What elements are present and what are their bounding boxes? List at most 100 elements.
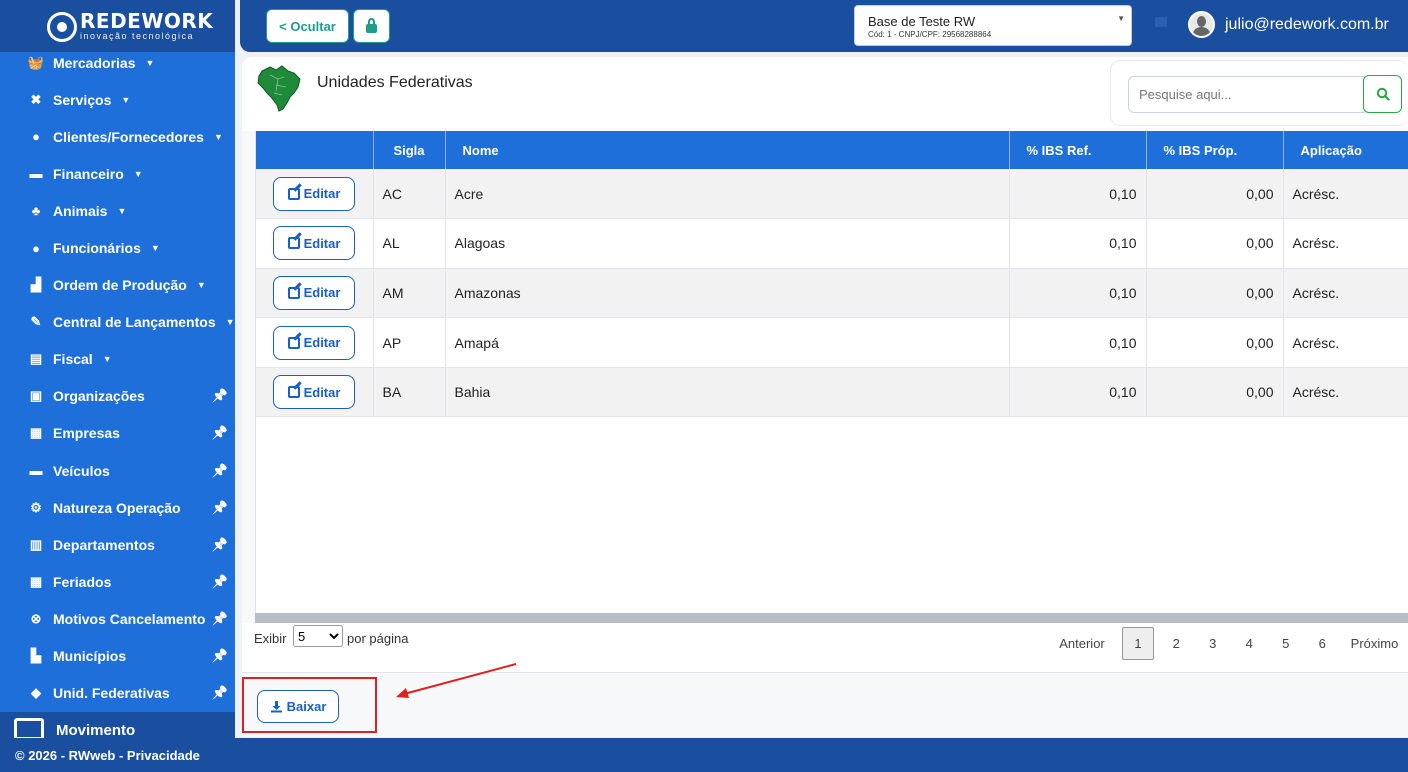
sidebar-item-movimento[interactable]: Movimento bbox=[0, 712, 235, 738]
sidebar-item-label: Natureza Operação bbox=[53, 499, 181, 516]
edit-button[interactable]: Editar bbox=[273, 325, 355, 360]
column-header-aplicacao[interactable]: Aplicação bbox=[1283, 131, 1408, 169]
search-button[interactable] bbox=[1363, 75, 1402, 113]
cell-aplicacao: Acrésc. bbox=[1292, 235, 1340, 252]
pagination-next[interactable]: Próximo bbox=[1341, 627, 1408, 660]
map-marker-icon: ◆ bbox=[31, 685, 41, 701]
sidebar-item-feriados[interactable]: ▦ Feriados 📌 bbox=[0, 563, 235, 600]
company-select[interactable]: Base de Teste RW Cód: 1 - CNPJ/CPF: 2956… bbox=[854, 5, 1132, 46]
cell-nome: Amapá bbox=[445, 317, 1010, 368]
sidebar-item-label: Fiscal bbox=[53, 351, 93, 368]
pin-icon[interactable]: 📌 bbox=[212, 574, 228, 590]
pin-icon[interactable]: 📌 bbox=[212, 463, 228, 479]
pin-icon[interactable]: 📌 bbox=[212, 537, 228, 553]
column-header-nome[interactable]: Nome bbox=[445, 131, 1010, 169]
sidebar-item-natureza-operacao[interactable]: ⚙ Natureza Operação 📌 bbox=[0, 489, 235, 526]
sidebar-item-label: Feriados bbox=[53, 573, 112, 590]
sidebar-item-departamentos[interactable]: ▥ Departamentos 📌 bbox=[0, 526, 235, 563]
pagination-page-2[interactable]: 2 bbox=[1158, 627, 1195, 660]
sidebar-item-funcionarios[interactable]: ● Funcionários ▼ bbox=[0, 229, 235, 266]
pin-icon[interactable]: 📌 bbox=[212, 648, 228, 664]
sidebar-item-municipios[interactable]: ▙ Municípios 📌 bbox=[0, 638, 235, 675]
sidebar-item-mercadorias[interactable]: 🧺 Mercadorias ▼ bbox=[0, 44, 235, 81]
search-input[interactable] bbox=[1128, 76, 1365, 113]
download-button[interactable]: Baixar bbox=[257, 690, 339, 723]
edit-label: Editar bbox=[303, 384, 341, 400]
column-header-ibs-ref[interactable]: % IBS Ref. bbox=[1009, 131, 1147, 169]
tools-icon: ✖ bbox=[30, 91, 42, 107]
cell-nome: Bahia bbox=[445, 367, 1010, 417]
pin-icon[interactable]: 📌 bbox=[212, 388, 228, 404]
page-title: Unidades Federativas bbox=[317, 74, 473, 91]
per-page-select[interactable]: 5 bbox=[293, 625, 343, 647]
column-header-actions bbox=[256, 131, 374, 169]
edit-button[interactable]: Editar bbox=[273, 375, 355, 410]
table-row: Editar AC Acre 0,10 0,00 Acrésc. bbox=[256, 169, 1408, 219]
sidebar-item-motivos-cancelamento[interactable]: ⊗ Motivos Cancelamento 📌 bbox=[0, 600, 235, 637]
cell-sigla: AM bbox=[373, 268, 446, 318]
pagination-page-3[interactable]: 3 bbox=[1195, 627, 1232, 660]
pagination-page-5[interactable]: 5 bbox=[1268, 627, 1305, 660]
edit-button[interactable]: Editar bbox=[273, 275, 355, 310]
pagination-page-4[interactable]: 4 bbox=[1231, 627, 1268, 660]
edit-icon bbox=[287, 336, 300, 349]
sidebar-item-label: Ordem de Produção bbox=[53, 277, 187, 294]
pin-icon[interactable]: 📌 bbox=[212, 500, 228, 516]
edit-icon: ✎ bbox=[30, 314, 42, 330]
sidebar-item-financeiro[interactable]: ▬ Financeiro ▼ bbox=[0, 155, 235, 192]
edit-button[interactable]: Editar bbox=[273, 176, 355, 211]
footer-text[interactable]: © 2026 - RWweb - Privacidade bbox=[15, 748, 200, 763]
edit-button[interactable]: Editar bbox=[273, 226, 355, 261]
chevron-down-icon: ▼ bbox=[1117, 14, 1125, 23]
edit-label: Editar bbox=[303, 235, 341, 251]
sidebar-item-clientes-fornecedores[interactable]: ● Clientes/Fornecedores ▼ bbox=[0, 118, 235, 155]
column-header-ibs-prop[interactable]: % IBS Próp. bbox=[1146, 131, 1284, 169]
cell-ibs-prop: 0,00 bbox=[1146, 367, 1284, 417]
sidebar-item-label: Municípios bbox=[53, 648, 127, 665]
edit-label: Editar bbox=[303, 186, 341, 202]
sidebar-item-central-de-lancamentos[interactable]: ✎ Central de Lançamentos ▼ bbox=[0, 304, 235, 341]
pin-icon[interactable]: 📌 bbox=[212, 611, 228, 627]
sidebar-item-animais[interactable]: ♣ Animais ▼ bbox=[0, 192, 235, 229]
pagination-page-1[interactable]: 1 bbox=[1122, 627, 1154, 660]
caret-down-icon: ▼ bbox=[117, 205, 127, 216]
pagination-page-6[interactable]: 6 bbox=[1304, 627, 1341, 660]
lock-icon bbox=[366, 17, 377, 33]
avatar[interactable] bbox=[1188, 11, 1215, 38]
pagination-prev[interactable]: Anterior bbox=[1042, 627, 1122, 660]
caret-down-icon: ▼ bbox=[121, 94, 131, 105]
sidebar-item-organizacoes[interactable]: ▣ Organizações 📌 bbox=[0, 378, 235, 415]
search-icon bbox=[1376, 87, 1390, 101]
table-row: Editar BA Bahia 0,10 0,00 Acrésc. bbox=[256, 367, 1408, 417]
pin-icon[interactable]: 📌 bbox=[212, 685, 228, 701]
cell-aplicacao: Acrésc. bbox=[1292, 185, 1340, 202]
sidebar-item-fiscal[interactable]: ▤ Fiscal ▼ bbox=[0, 341, 235, 378]
sidebar-item-unid-federativas[interactable]: ◆ Unid. Federativas 📌 bbox=[0, 675, 235, 712]
column-header-sigla[interactable]: Sigla bbox=[373, 131, 446, 169]
hide-sidebar-button[interactable]: < Ocultar bbox=[266, 9, 349, 43]
user-email[interactable]: julio@redework.com.br bbox=[1225, 16, 1389, 34]
footer: © 2026 - RWweb - Privacidade bbox=[0, 738, 1408, 772]
lock-button[interactable] bbox=[353, 9, 390, 43]
pin-icon[interactable]: 📌 bbox=[212, 425, 228, 441]
cell-ibs-prop: 0,00 bbox=[1146, 268, 1284, 318]
cell-sigla: BA bbox=[373, 367, 446, 417]
edit-label: Editar bbox=[303, 285, 341, 301]
paw-icon: ♣ bbox=[31, 203, 41, 219]
sidebar-item-servicos[interactable]: ✖ Serviços ▼ bbox=[0, 81, 235, 118]
sidebar-item-empresas[interactable]: ▦ Empresas 📌 bbox=[0, 415, 235, 452]
basket-icon: 🧺 bbox=[27, 54, 45, 70]
sidebar-item-veiculos[interactable]: ▬ Veículos 📌 bbox=[0, 452, 235, 489]
notification-icon[interactable] bbox=[1155, 17, 1167, 27]
caret-down-icon: ▼ bbox=[133, 168, 143, 179]
sidebar-item-ordem-de-producao[interactable]: ▟ Ordem de Produção ▼ bbox=[0, 267, 235, 304]
caret-down-icon: ▼ bbox=[102, 354, 112, 365]
sidebar-item-label: Veículos bbox=[53, 462, 110, 479]
horizontal-scrollbar[interactable] bbox=[255, 613, 1408, 623]
money-icon: ▬ bbox=[29, 166, 43, 182]
sidebar-item-label: Financeiro bbox=[53, 165, 124, 182]
cell-ibs-prop: 0,00 bbox=[1146, 169, 1284, 219]
calendar-icon: ▦ bbox=[29, 573, 43, 589]
cell-aplicacao: Acrésc. bbox=[1292, 384, 1340, 401]
table-header-row: Sigla Nome % IBS Ref. % IBS Próp. Aplica… bbox=[256, 131, 1408, 169]
